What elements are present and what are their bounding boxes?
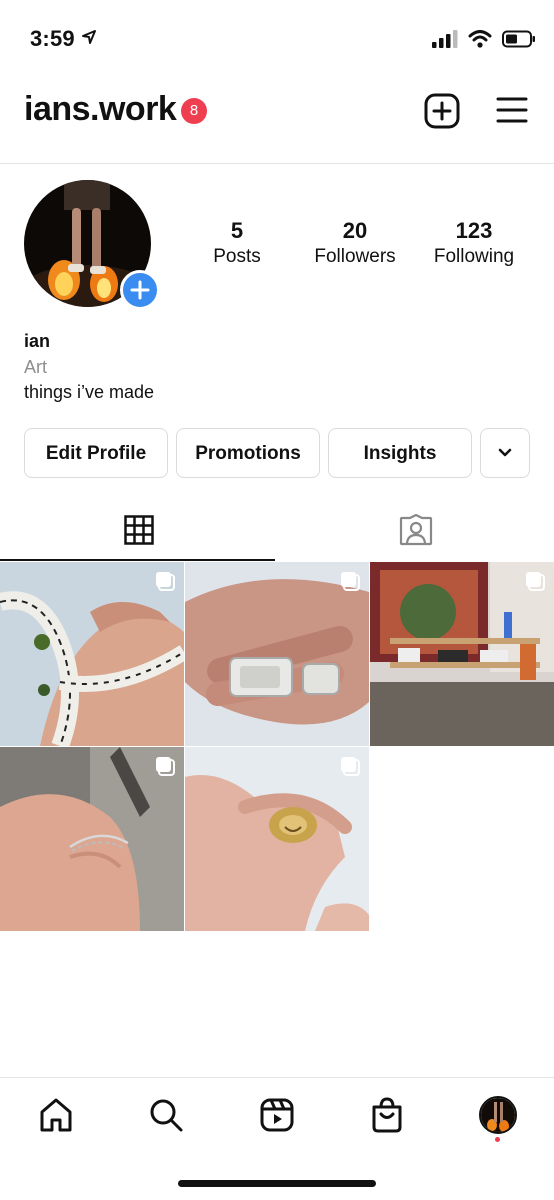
post-tile[interactable] [185, 562, 369, 746]
shopping-bag-icon [372, 1097, 402, 1133]
post-tile[interactable] [0, 747, 184, 931]
search-icon [150, 1099, 183, 1132]
post-tile[interactable] [0, 562, 184, 746]
multiple-photos-icon [156, 757, 175, 776]
profile-avatar-small [479, 1096, 517, 1134]
profile-activity-dot [495, 1137, 500, 1142]
notification-badge: 8 [181, 98, 207, 124]
nav-search[interactable] [141, 1090, 191, 1140]
header-divider [0, 163, 554, 164]
status-time: 3:59 [30, 26, 97, 52]
tagged-person-icon [399, 514, 432, 546]
edit-profile-button[interactable]: Edit Profile [24, 428, 168, 478]
plus-square-icon [424, 93, 460, 129]
stat-value: 20 [342, 218, 368, 243]
multiple-photos-icon [526, 572, 545, 591]
nav-shop[interactable] [362, 1090, 412, 1140]
wifi-icon [468, 30, 492, 48]
hamburger-menu-icon [496, 97, 528, 123]
profile-bio: things i’ve made [24, 382, 155, 402]
tab-tagged[interactable] [277, 500, 554, 560]
menu-button[interactable] [496, 96, 528, 129]
nav-home[interactable] [31, 1090, 81, 1140]
stat-label: Followers [314, 246, 396, 267]
stat-label: Posts [213, 246, 261, 267]
nav-reels[interactable] [252, 1090, 302, 1140]
profile-category: Art [24, 357, 48, 377]
multiple-photos-icon [341, 757, 360, 776]
battery-icon [502, 30, 535, 48]
bottom-nav-divider [0, 1077, 554, 1078]
reels-icon [260, 1098, 294, 1132]
post-tile[interactable] [185, 747, 369, 931]
suggested-accounts-button[interactable] [480, 428, 530, 478]
home-icon [40, 1098, 72, 1132]
profile-username[interactable]: ians.work [24, 90, 177, 129]
tab-posts-grid[interactable] [0, 500, 277, 560]
cell-signal-icon [432, 30, 458, 48]
nav-profile[interactable] [473, 1090, 523, 1140]
new-post-button[interactable] [424, 93, 460, 134]
stat-followers[interactable]: 20 Followers [295, 218, 415, 268]
stat-posts[interactable]: 5 Posts [177, 218, 297, 268]
chevron-down-icon [498, 448, 512, 457]
stat-following[interactable]: 123 Following [414, 218, 534, 268]
active-tab-indicator [0, 559, 275, 561]
post-tile[interactable] [370, 562, 554, 746]
location-arrow-icon [82, 30, 97, 44]
multiple-photos-icon [341, 572, 360, 591]
insights-button[interactable]: Insights [328, 428, 472, 478]
add-story-button[interactable] [120, 270, 160, 310]
multiple-photos-icon [156, 572, 175, 591]
profile-name: ian [24, 331, 51, 351]
status-indicators [432, 30, 536, 48]
stat-value: 5 [230, 218, 244, 243]
stat-value: 123 [455, 218, 493, 243]
grid-icon [123, 515, 154, 545]
plus-icon [130, 280, 150, 300]
promotions-button[interactable]: Promotions [176, 428, 320, 478]
home-indicator[interactable] [178, 1180, 376, 1187]
stat-label: Following [433, 246, 515, 267]
